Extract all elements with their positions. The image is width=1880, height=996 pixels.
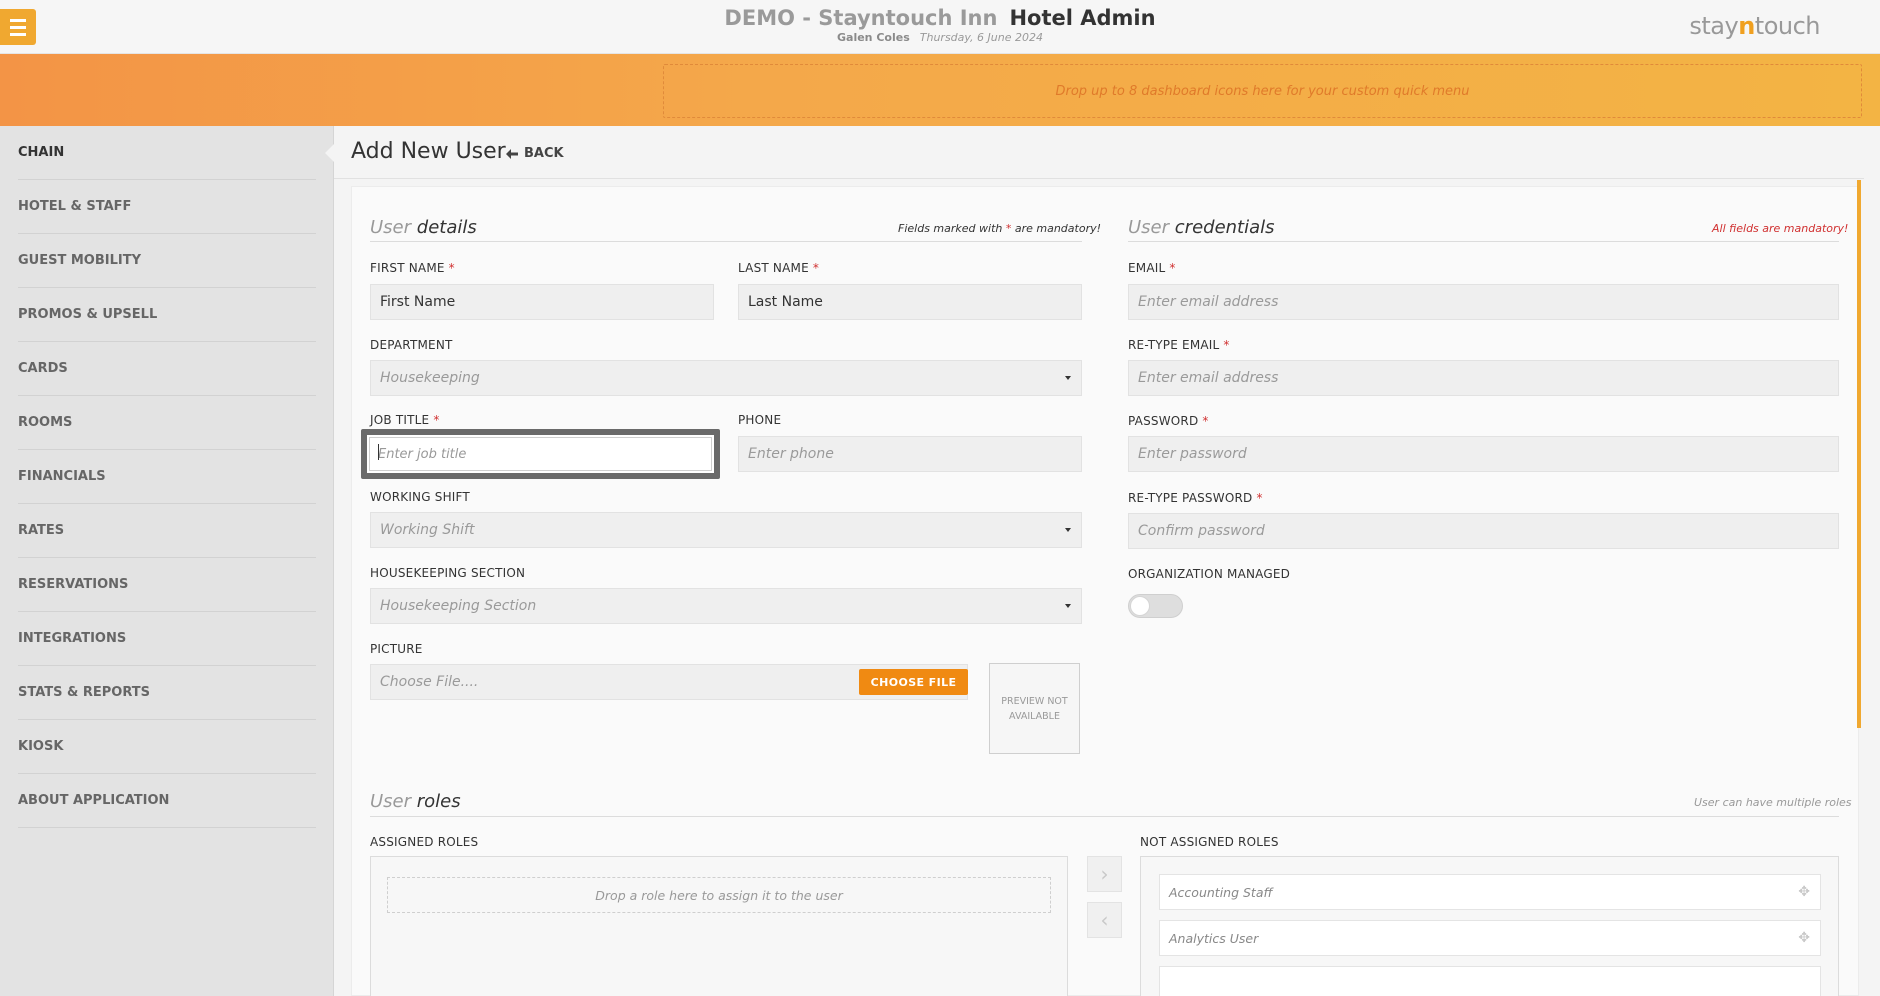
dropdown-caret-icon — [1065, 528, 1071, 532]
department-select[interactable]: Housekeeping — [370, 360, 1082, 396]
sidebar-item-guest-mobility[interactable]: GUEST MOBILITY — [18, 234, 316, 288]
phone-input[interactable]: Enter phone — [738, 436, 1082, 472]
drag-handle-icon[interactable]: ✥ — [1798, 930, 1810, 946]
department-label: DEPARTMENT — [370, 338, 453, 352]
sidebar-item-cards[interactable]: CARDS — [18, 342, 316, 396]
phone-label: PHONE — [738, 413, 782, 427]
not-assigned-roles-label: NOT ASSIGNED ROLES — [1140, 835, 1279, 849]
sidebar-item-about-application[interactable]: ABOUT APPLICATION — [18, 774, 316, 828]
quick-menu-dropzone[interactable]: Drop up to 8 dashboard icons here for yo… — [663, 64, 1862, 118]
organization-managed-label: ORGANIZATION MANAGED — [1128, 567, 1291, 581]
chevron-right-icon: › — [1100, 862, 1109, 886]
first-name-label: FIRST NAME * — [370, 261, 455, 275]
scrollbar[interactable] — [1857, 180, 1861, 728]
job-title-input[interactable]: Enter job title — [361, 429, 720, 479]
assign-role-button[interactable]: › — [1087, 856, 1122, 892]
quick-menu-banner: Drop up to 8 dashboard icons here for yo… — [0, 54, 1880, 126]
stayntouch-logo: stayntouch — [1689, 12, 1820, 40]
title-divider — [334, 178, 1864, 179]
divider — [370, 241, 1082, 242]
sidebar: CHAIN HOTEL & STAFF GUEST MOBILITY PROMOS &… — [0, 126, 334, 996]
role-item[interactable] — [1159, 966, 1821, 996]
user-credentials-heading: User credentials — [1128, 217, 1275, 238]
sidebar-item-rooms[interactable]: ROOMS — [18, 396, 316, 450]
assigned-roles-label: ASSIGNED ROLES — [370, 835, 479, 849]
sidebar-item-integrations[interactable]: INTEGRATIONS — [18, 612, 316, 666]
dropdown-caret-icon — [1065, 376, 1071, 380]
text-cursor — [378, 444, 379, 460]
top-bar: DEMO - Stayntouch Inn Hotel Admin Galen C… — [0, 0, 1880, 54]
email-label: EMAIL * — [1128, 261, 1176, 275]
dropdown-caret-icon — [1065, 604, 1071, 608]
current-date: Thursday, 6 June 2024 — [919, 31, 1043, 44]
assigned-roles-dropzone[interactable]: Drop a role here to assign it to the use… — [387, 877, 1051, 913]
back-arrow-icon — [506, 148, 518, 159]
user-roles-heading: User roles — [370, 791, 461, 812]
password-input[interactable]: Enter password — [1128, 436, 1839, 472]
roles-note: User can have multiple roles — [1694, 796, 1852, 809]
drag-handle-icon[interactable]: ✥ — [1798, 884, 1810, 900]
app-subtitle: Galen Coles Thursday, 6 June 2024 — [0, 31, 1880, 44]
first-name-input[interactable]: First Name — [370, 284, 714, 320]
user-name: Galen Coles — [837, 31, 910, 44]
email-input[interactable]: Enter email address — [1128, 284, 1839, 320]
hotel-name: DEMO - Stayntouch Inn — [724, 6, 998, 30]
sidebar-item-financials[interactable]: FINANCIALS — [18, 450, 316, 504]
user-details-heading: User details — [370, 217, 477, 238]
sidebar-item-chain[interactable]: CHAIN — [18, 126, 316, 180]
sidebar-item-kiosk[interactable]: KIOSK — [18, 720, 316, 774]
sidebar-item-rates[interactable]: RATES — [18, 504, 316, 558]
divider — [370, 816, 1839, 817]
job-title-label: JOB TITLE * — [370, 413, 440, 427]
housekeeping-section-select[interactable]: Housekeeping Section — [370, 588, 1082, 624]
last-name-input[interactable]: Last Name — [738, 284, 1082, 320]
retype-password-label: RE-TYPE PASSWORD * — [1128, 491, 1263, 505]
all-mandatory-note: All fields are mandatory! — [1712, 222, 1849, 235]
active-indicator — [325, 144, 334, 162]
retype-password-input[interactable]: Confirm password — [1128, 513, 1839, 549]
working-shift-label: WORKING SHIFT — [370, 490, 470, 504]
sidebar-item-stats-reports[interactable]: STATS & REPORTS — [18, 666, 316, 720]
page-title: Add New User — [351, 139, 506, 164]
mandatory-note: Fields marked with * are mandatory! — [898, 222, 1102, 235]
retype-email-label: RE-TYPE EMAIL * — [1128, 338, 1230, 352]
divider — [1128, 241, 1839, 242]
role-item[interactable]: Analytics User ✥ — [1159, 920, 1821, 956]
choose-file-button[interactable]: CHOOSE FILE — [859, 669, 968, 695]
organization-managed-toggle[interactable] — [1128, 594, 1183, 618]
back-button[interactable]: BACK — [506, 146, 564, 161]
picture-label: PICTURE — [370, 642, 423, 656]
working-shift-select[interactable]: Working Shift — [370, 512, 1082, 548]
back-label: BACK — [524, 146, 564, 161]
retype-email-input[interactable]: Enter email address — [1128, 360, 1839, 396]
toggle-knob — [1130, 596, 1150, 616]
role-item[interactable]: Accounting Staff ✥ — [1159, 874, 1821, 910]
app-title: DEMO - Stayntouch Inn Hotel Admin — [0, 6, 1880, 30]
housekeeping-section-label: HOUSEKEEPING SECTION — [370, 566, 526, 580]
sidebar-item-promos-upsell[interactable]: PROMOS & UPSELL — [18, 288, 316, 342]
password-label: PASSWORD * — [1128, 414, 1209, 428]
sidebar-item-hotel-staff[interactable]: HOTEL & STAFF — [18, 180, 316, 234]
sidebar-item-reservations[interactable]: RESERVATIONS — [18, 558, 316, 612]
last-name-label: LAST NAME * — [738, 261, 820, 275]
chevron-left-icon: ‹ — [1100, 908, 1109, 932]
app-name: Hotel Admin — [1009, 6, 1156, 30]
unassign-role-button[interactable]: ‹ — [1087, 902, 1122, 938]
picture-preview: PREVIEW NOT AVAILABLE — [989, 663, 1080, 754]
